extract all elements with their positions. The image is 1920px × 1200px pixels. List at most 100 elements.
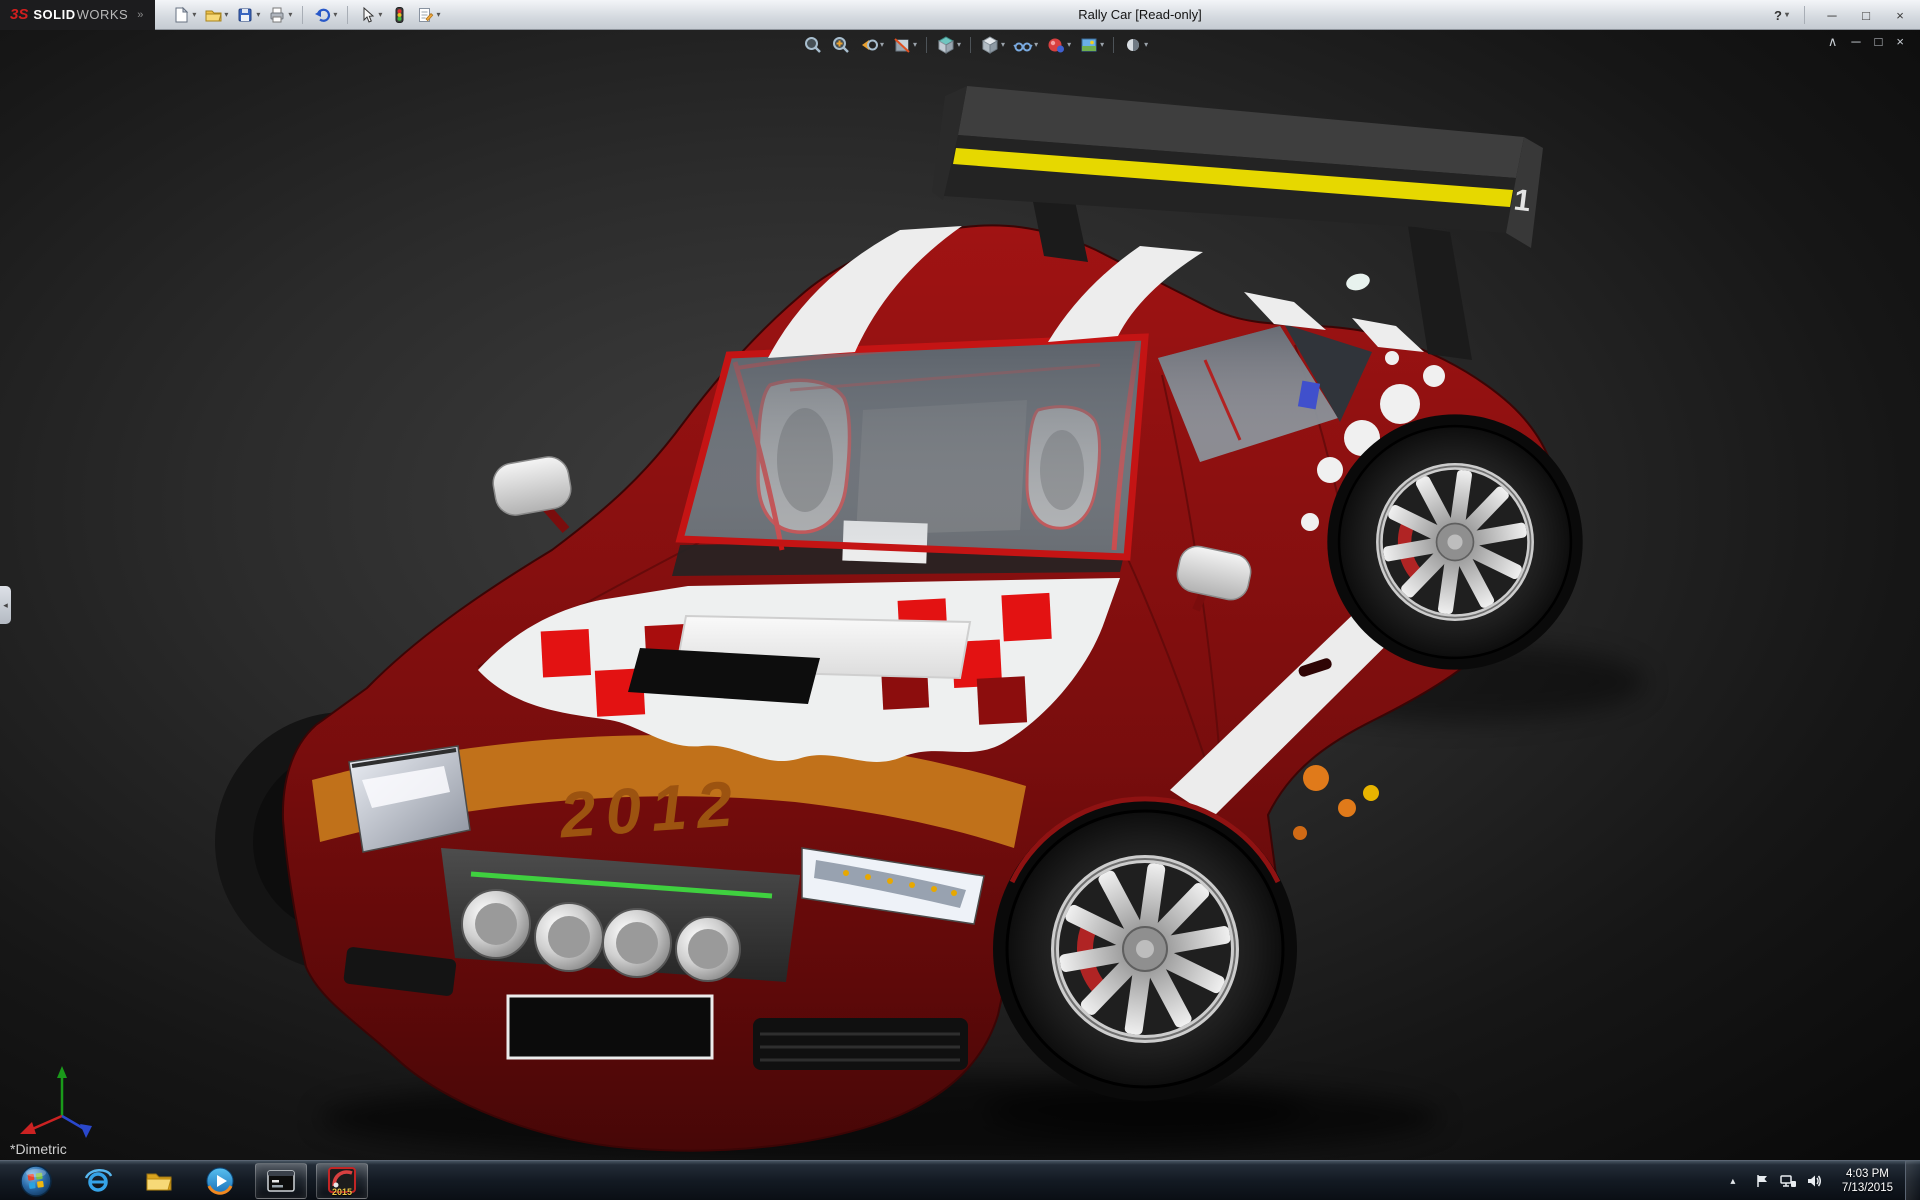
close-button[interactable]: × [1888, 8, 1912, 23]
hide-show-eyeglasses-icon [1013, 35, 1033, 55]
rebuild-traffic-light-icon [390, 6, 408, 24]
graphics-area[interactable]: 2012 [0, 30, 1920, 1160]
volume-icon[interactable] [1806, 1173, 1822, 1189]
open-folder-icon [204, 6, 222, 24]
select-cursor-icon [358, 6, 376, 24]
titlebar-controls: ? ▾ ─ □ × [1774, 0, 1912, 30]
open-button[interactable]: ▾ [201, 3, 231, 27]
dropdown-caret[interactable]: ▾ [378, 11, 382, 19]
display-style-button[interactable]: ▾ [977, 33, 1008, 57]
view-orientation-cube-icon [936, 35, 956, 55]
edit-appearance-ball-icon [1046, 35, 1066, 55]
system-tray: ▴ 4:03 PM 7/13/2015 [1720, 1161, 1920, 1200]
display-style-icon [980, 35, 1000, 55]
clock-time: 4:03 PM [1842, 1167, 1893, 1181]
view-orientation-button[interactable]: ▾ [933, 33, 964, 57]
start-button[interactable] [9, 1163, 63, 1199]
dropdown-caret[interactable]: ▾ [192, 11, 196, 19]
solidworks-version-badge: 2015 [317, 1187, 367, 1197]
feature-tab-arrow-icon: ◂ [3, 600, 8, 611]
doc-close-button[interactable]: × [1896, 34, 1904, 50]
previous-view-button[interactable]: ▾ [856, 33, 887, 57]
show-desktop-button[interactable] [1905, 1161, 1920, 1200]
feature-manager-collapsed-tab[interactable]: ◂ [0, 586, 11, 624]
new-document-button[interactable]: ▾ [169, 3, 199, 27]
dropdown-caret[interactable]: ▾ [880, 41, 884, 49]
view-settings-icon [1123, 35, 1143, 55]
dropdown-caret[interactable]: ▾ [1144, 41, 1148, 49]
file-properties-icon [416, 6, 434, 24]
undo-button[interactable]: ▾ [310, 3, 340, 27]
dropdown-caret[interactable]: ▾ [1100, 41, 1104, 49]
dropdown-caret[interactable]: ▾ [957, 41, 961, 49]
save-floppy-icon [236, 6, 254, 24]
apply-scene-button[interactable]: ▾ [1076, 33, 1107, 57]
dropdown-caret[interactable]: ▾ [1067, 41, 1071, 49]
toolbar-separator [347, 6, 348, 24]
dropdown-caret[interactable]: ▾ [256, 11, 260, 19]
solidworks-window: 3S SOLID WORKS » ▾ ▾ [0, 0, 1920, 1200]
zoom-to-fit-icon [803, 35, 823, 55]
undo-arrow-icon [313, 6, 331, 24]
license-plate [508, 996, 712, 1058]
view-orientation-label: *Dimetric [10, 1141, 67, 1157]
save-button[interactable]: ▾ [233, 3, 263, 27]
file-properties-button[interactable]: ▾ [413, 3, 443, 27]
doc-minimize-button[interactable]: ─ [1851, 34, 1860, 50]
toolbar-separator [970, 37, 971, 53]
rebuild-button[interactable] [387, 3, 411, 27]
windows-media-player-button[interactable] [194, 1163, 246, 1199]
windshield[interactable] [680, 337, 1145, 563]
help-button[interactable]: ? ▾ [1774, 8, 1789, 23]
command-prompt-button[interactable] [255, 1163, 307, 1199]
zoom-to-fit-button[interactable] [800, 33, 826, 57]
edit-appearance-button[interactable]: ▾ [1043, 33, 1074, 57]
toolbar-separator [302, 6, 303, 24]
new-document-icon [172, 6, 190, 24]
solidworks-logo: 3S SOLID WORKS » [0, 0, 155, 30]
wheel-rear-right[interactable] [1327, 414, 1582, 669]
minimize-button[interactable]: ─ [1820, 8, 1844, 23]
maximize-button[interactable]: □ [1854, 8, 1878, 23]
previous-view-icon [859, 35, 879, 55]
select-button[interactable]: ▾ [355, 3, 385, 27]
windows-explorer-button[interactable] [133, 1163, 185, 1199]
brand-mark: 3S [10, 6, 28, 23]
view-settings-button[interactable]: ▾ [1120, 33, 1151, 57]
toolbar-separator [1113, 37, 1114, 53]
collapse-pane-button[interactable]: ∧ [1828, 34, 1838, 50]
hide-show-items-button[interactable]: ▾ [1010, 33, 1041, 57]
section-view-button[interactable]: ▾ [889, 33, 920, 57]
action-center-flag-icon[interactable] [1754, 1173, 1770, 1189]
brand-bold: SOLID [33, 7, 75, 22]
apply-scene-icon [1079, 35, 1099, 55]
internet-explorer-button[interactable] [72, 1163, 124, 1199]
dropdown-caret[interactable]: ▾ [1001, 41, 1005, 49]
taskbar-clock[interactable]: 4:03 PM 7/13/2015 [1842, 1167, 1893, 1195]
toolbar-separator [926, 37, 927, 53]
network-icon[interactable] [1779, 1173, 1797, 1189]
dropdown-caret[interactable]: ▾ [436, 11, 440, 19]
lower-grille [753, 1018, 968, 1070]
dropdown-caret[interactable]: ▾ [1034, 41, 1038, 49]
tray-icons [1754, 1173, 1822, 1189]
brand-light: WORKS [77, 7, 129, 22]
windows-taskbar: 2015 ▴ 4:03 [0, 1160, 1920, 1200]
title-bar: 3S SOLID WORKS » ▾ ▾ [0, 0, 1920, 30]
zoom-to-area-icon [831, 35, 851, 55]
dropdown-caret[interactable]: ▾ [333, 11, 337, 19]
solidworks-2015-button[interactable]: 2015 [316, 1163, 368, 1199]
zoom-to-area-button[interactable] [828, 33, 854, 57]
print-button[interactable]: ▾ [265, 3, 295, 27]
dropdown-caret[interactable]: ▾ [224, 11, 228, 19]
command-prompt-icon [265, 1166, 297, 1196]
internet-explorer-icon [82, 1165, 114, 1197]
3d-scene[interactable]: 2012 [0, 30, 1920, 1160]
doc-restore-button[interactable]: □ [1875, 34, 1883, 50]
dropdown-caret[interactable]: ▾ [1785, 11, 1789, 19]
standard-toolbar: ▾ ▾ ▾ ▾ [169, 3, 443, 27]
show-hidden-icons-button[interactable]: ▴ [1720, 1176, 1746, 1187]
dropdown-caret[interactable]: ▾ [913, 41, 917, 49]
document-window-controls: ∧ ─ □ × [1828, 34, 1904, 50]
dropdown-caret[interactable]: ▾ [288, 11, 292, 19]
